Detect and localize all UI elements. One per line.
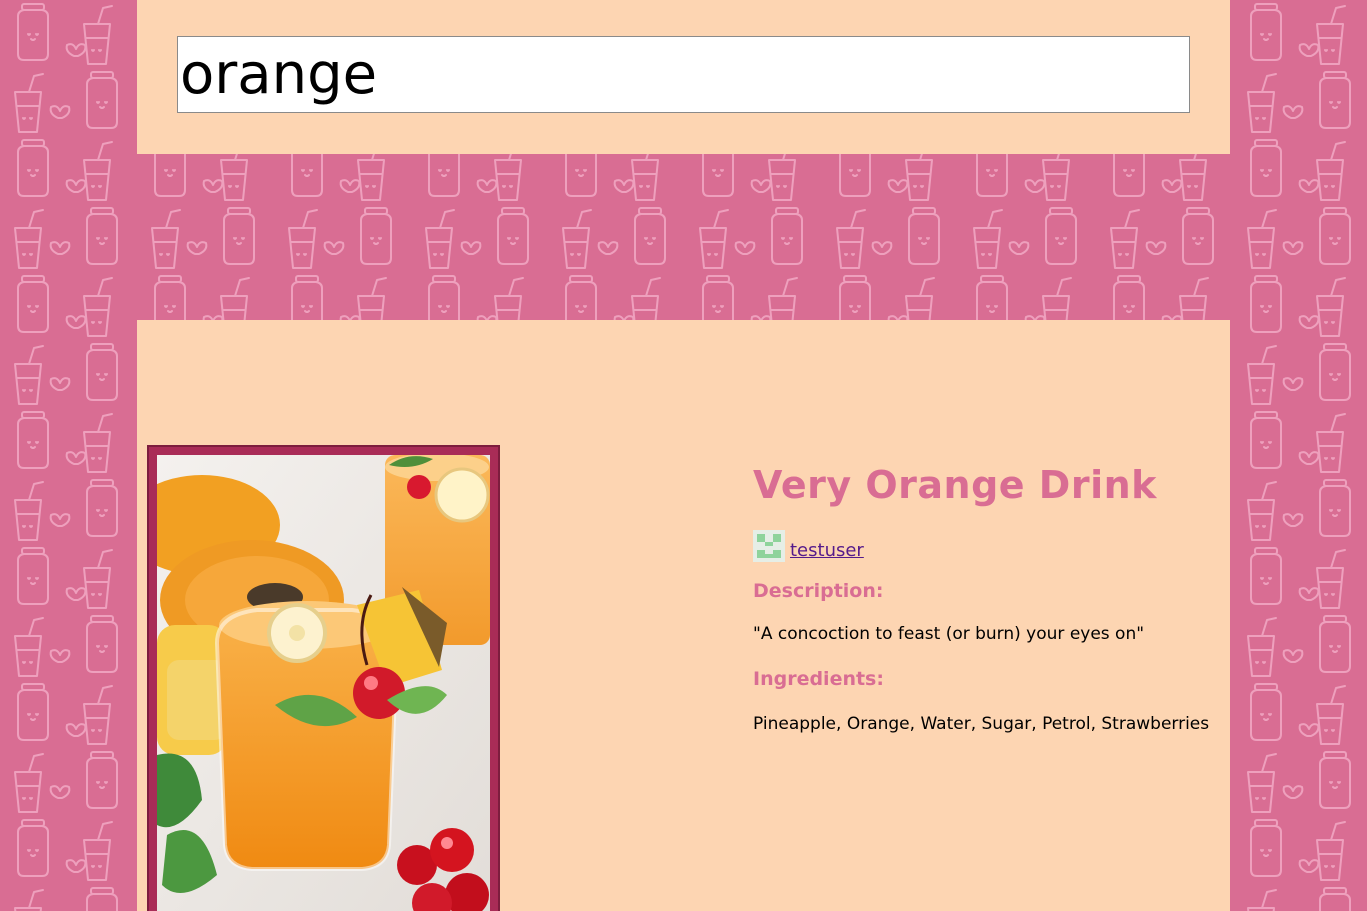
ingredients-heading: Ingredients: [753,668,884,690]
description-heading: Description: [753,580,884,602]
drink-title: Very Orange Drink [753,463,1157,507]
drink-detail-panel: Very Orange Drink testuser Description: … [137,320,1230,911]
drink-photo [157,455,490,911]
ingredients-text: Pineapple, Orange, Water, Sugar, Petrol,… [753,714,1210,734]
search-panel [137,0,1230,154]
drink-details: Very Orange Drink testuser Description: … [753,460,1223,736]
author-row: testuser [753,528,1223,562]
search-input[interactable] [177,36,1190,113]
identicon-avatar-icon [753,530,785,562]
drink-photo-frame [147,445,500,911]
description-text: "A concoction to feast (or burn) your ey… [753,624,1145,644]
author-link[interactable]: testuser [790,540,864,562]
